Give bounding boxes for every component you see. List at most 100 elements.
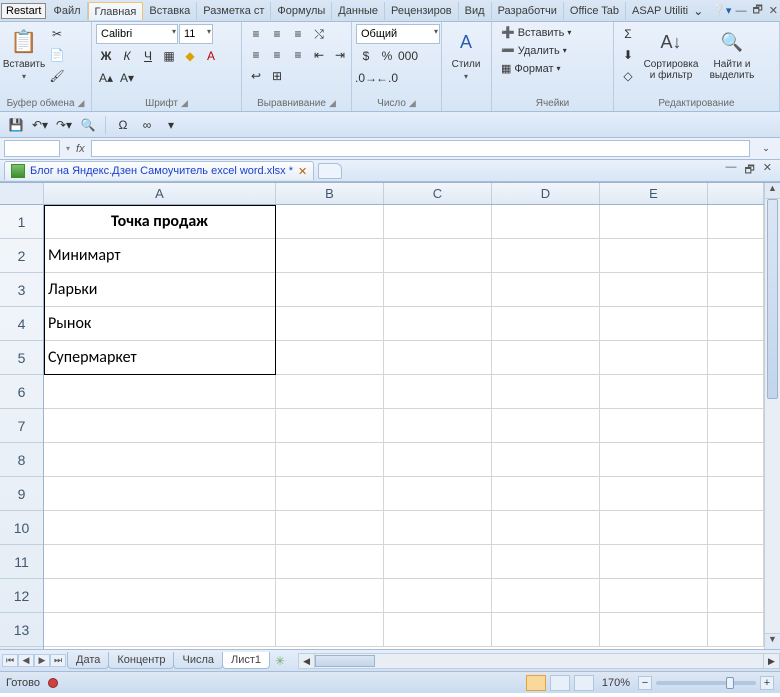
document-tab[interactable]: Блог на Яндекс.Дзен Самоучитель excel wo… [4,161,314,180]
wrap-text-button[interactable]: ↩ [246,66,266,86]
cell[interactable] [44,545,276,579]
minimize-ribbon-icon[interactable]: ⌄ [688,1,708,21]
cell[interactable] [600,341,708,375]
cell[interactable] [492,205,600,239]
clear-button[interactable]: ◇ [618,66,638,86]
percent-button[interactable]: % [377,46,397,66]
ribbon-tab-asap utilitie[interactable]: ASAP Utilitie [626,2,688,20]
undo-icon[interactable]: ↶▾ [30,115,50,135]
cell[interactable] [384,409,492,443]
cell[interactable] [384,511,492,545]
align-middle-button[interactable]: ≡ [267,24,287,44]
cell[interactable] [276,205,384,239]
shrink-font-button[interactable]: A▾ [117,68,137,88]
indent-inc-button[interactable]: ⇥ [330,45,350,65]
clipboard-dialog-launcher[interactable]: ◢ [78,98,85,109]
cell[interactable] [276,613,384,647]
cell[interactable] [492,511,600,545]
format-cells-button[interactable]: ▦Формат▾ [496,60,576,77]
cell[interactable] [600,579,708,613]
cell[interactable]: Точка продаж [44,205,276,239]
styles-button[interactable]: A Стили ▾ [446,24,486,84]
column-header[interactable]: A [44,183,276,204]
cell[interactable] [708,477,764,511]
cell[interactable] [276,409,384,443]
ribbon-tab-формулы[interactable]: Формулы [271,2,332,20]
sheet-tab[interactable]: Дата [67,652,109,669]
new-document-tab[interactable] [318,163,342,179]
cell[interactable] [276,545,384,579]
ribbon-tab-разработчи[interactable]: Разработчи [492,2,564,20]
cell[interactable] [492,273,600,307]
window-minimize-icon[interactable]: — [733,5,748,17]
sheet-nav-next-icon[interactable]: ▶ [34,654,50,667]
sort-filter-button[interactable]: A↓ Сортировка и фильтр [641,24,701,84]
cell[interactable] [708,613,764,647]
cell[interactable] [708,409,764,443]
cell[interactable] [708,273,764,307]
alignment-dialog-launcher[interactable]: ◢ [329,98,336,109]
cell[interactable] [708,579,764,613]
cell[interactable] [276,341,384,375]
macro-record-icon[interactable] [48,678,58,688]
row-header[interactable]: 8 [0,443,43,477]
sheet-tab[interactable]: Лист1 [222,652,270,669]
cell[interactable] [492,307,600,341]
window-close-icon[interactable]: ✕ [767,4,780,17]
cell[interactable]: Минимарт [44,239,276,273]
autosum-button[interactable]: Σ [618,24,638,44]
cell[interactable] [384,613,492,647]
cell[interactable] [708,239,764,273]
name-box[interactable] [4,140,60,157]
sheet-tab[interactable]: Числа [173,652,223,669]
qat-customize-icon[interactable]: ▾ [161,115,181,135]
cell[interactable] [600,375,708,409]
cell[interactable] [384,443,492,477]
redo-icon[interactable]: ↷▾ [54,115,74,135]
cell[interactable] [384,375,492,409]
column-header[interactable]: E [600,183,708,204]
cell[interactable] [384,477,492,511]
cell[interactable] [492,239,600,273]
cell[interactable]: Рынок [44,307,276,341]
cell[interactable] [384,579,492,613]
mdi-restore-icon[interactable]: 🗗 [742,161,756,180]
sheet-nav-last-icon[interactable]: ⏭ [50,654,66,667]
cell[interactable] [276,443,384,477]
scroll-down-icon[interactable]: ▼ [765,633,780,649]
sheet-nav-prev-icon[interactable]: ◀ [18,654,34,667]
help-icon[interactable]: ❔▾ [712,4,731,17]
cell[interactable] [708,341,764,375]
cell[interactable] [708,443,764,477]
omega-icon[interactable]: Ω [113,115,133,135]
cell[interactable] [600,273,708,307]
currency-button[interactable]: $ [356,46,376,66]
bold-button[interactable]: Ж [96,46,116,66]
column-header[interactable]: B [276,183,384,204]
row-header[interactable]: 3 [0,273,43,307]
cell[interactable] [276,511,384,545]
normal-view-button[interactable] [526,675,546,691]
scroll-right-icon[interactable]: ▶ [763,654,779,668]
vertical-scrollbar[interactable]: ▲ ▼ [764,183,780,649]
cell[interactable] [708,511,764,545]
ribbon-tab-office tab[interactable]: Office Tab [564,2,626,20]
new-sheet-button[interactable]: ✳ [270,654,290,668]
align-center-button[interactable]: ≡ [267,45,287,65]
zoom-out-button[interactable]: − [638,676,652,690]
zoom-level[interactable]: 170% [602,677,630,689]
column-header[interactable] [708,183,764,204]
window-restore-icon[interactable]: 🗗 [750,1,764,20]
indent-dec-button[interactable]: ⇤ [309,45,329,65]
fx-button[interactable]: fx [76,143,85,155]
cell[interactable] [384,545,492,579]
fill-color-button[interactable]: ◆ [180,46,200,66]
page-layout-view-button[interactable] [550,675,570,691]
scroll-left-icon[interactable]: ◀ [299,654,315,668]
cell[interactable] [44,579,276,613]
fill-button[interactable]: ⬇ [618,45,638,65]
cell[interactable] [492,375,600,409]
find-select-button[interactable]: 🔍 Найти и выделить [704,24,760,84]
zoom-thumb[interactable] [726,677,734,689]
formula-input[interactable] [91,140,750,157]
